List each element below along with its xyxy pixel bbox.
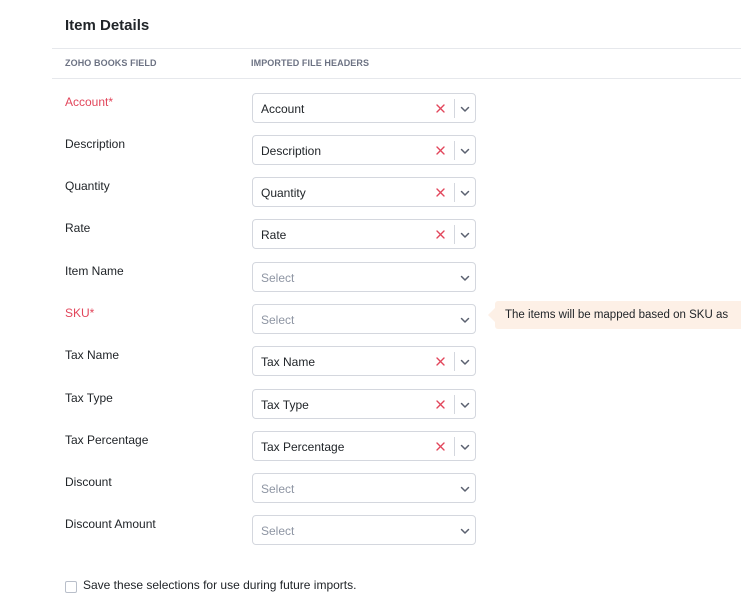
select-placeholder: Select	[261, 313, 295, 327]
selected-value: Tax Type	[261, 398, 309, 412]
mapping-row: Quantity Quantity	[0, 177, 741, 209]
field-label: Tax Percentage	[65, 433, 149, 447]
close-icon[interactable]	[433, 226, 447, 242]
close-icon[interactable]	[433, 353, 447, 369]
chevron-down-icon[interactable]	[458, 102, 472, 116]
select-divider	[454, 183, 455, 202]
header-select[interactable]: Select	[252, 262, 476, 292]
field-label: Discount Amount	[65, 517, 156, 531]
column-header-field: ZOHO BOOKS FIELD	[65, 58, 157, 68]
mapping-row: Discount Select	[0, 473, 741, 505]
select-divider	[454, 352, 455, 371]
field-label: SKU*	[65, 306, 95, 320]
column-header-row: ZOHO BOOKS FIELD IMPORTED FILE HEADERS	[52, 48, 741, 79]
selected-value: Quantity	[261, 186, 306, 200]
mapping-row: Account* Account	[0, 93, 741, 125]
select-divider	[454, 437, 455, 456]
header-select[interactable]: Description	[252, 135, 476, 165]
field-label: Item Name	[65, 264, 124, 278]
select-placeholder: Select	[261, 271, 295, 285]
field-label: Rate	[65, 221, 91, 235]
close-icon[interactable]	[433, 100, 447, 116]
close-icon[interactable]	[433, 438, 447, 454]
column-header-file: IMPORTED FILE HEADERS	[251, 58, 370, 68]
chevron-down-icon[interactable]	[458, 228, 472, 242]
header-select[interactable]: Select	[252, 473, 476, 503]
field-label: Tax Type	[65, 391, 113, 405]
select-divider	[454, 141, 455, 160]
select-placeholder: Select	[261, 482, 295, 496]
field-label: Tax Name	[65, 348, 120, 362]
chevron-down-icon[interactable]	[458, 313, 472, 327]
header-select[interactable]: Select	[252, 304, 476, 334]
selected-value: Description	[261, 144, 322, 158]
field-label: Discount	[65, 475, 112, 489]
close-icon[interactable]	[433, 142, 447, 158]
selected-value: Tax Name	[261, 355, 316, 369]
mapping-row: Tax Type Tax Type	[0, 389, 741, 421]
save-selections-checkbox[interactable]	[65, 581, 77, 593]
chevron-down-icon[interactable]	[458, 482, 472, 496]
field-label: Description	[65, 137, 126, 151]
header-select[interactable]: Quantity	[252, 177, 476, 207]
mapping-row: Discount Amount Select	[0, 515, 741, 547]
sku-tooltip: The items will be mapped based on SKU as	[495, 301, 741, 329]
header-select[interactable]: Rate	[252, 219, 476, 249]
select-divider	[454, 395, 455, 414]
chevron-down-icon[interactable]	[458, 271, 472, 285]
close-icon[interactable]	[433, 184, 447, 200]
header-select[interactable]: Select	[252, 515, 476, 545]
tooltip-arrow	[488, 308, 495, 322]
chevron-down-icon[interactable]	[458, 440, 472, 454]
header-select[interactable]: Tax Type	[252, 389, 476, 419]
mapping-row: Tax Percentage Tax Percentage	[0, 431, 741, 463]
chevron-down-icon[interactable]	[458, 355, 472, 369]
mapping-row: Rate Rate	[0, 219, 741, 251]
header-select[interactable]: Tax Percentage	[252, 431, 476, 461]
select-placeholder: Select	[261, 524, 295, 538]
selected-value: Rate	[261, 228, 287, 242]
mapping-row: Tax Name Tax Name	[0, 346, 741, 378]
header-select[interactable]: Account	[252, 93, 476, 123]
chevron-down-icon[interactable]	[458, 186, 472, 200]
chevron-down-icon[interactable]	[458, 524, 472, 538]
field-label: Quantity	[65, 179, 110, 193]
section-title: Item Details	[65, 17, 150, 34]
close-icon[interactable]	[433, 396, 447, 412]
mapping-row: Item Name Select	[0, 262, 741, 294]
select-divider	[454, 225, 455, 244]
selected-value: Tax Percentage	[261, 440, 345, 454]
save-selections-label: Save these selections for use during fut…	[83, 578, 357, 592]
select-divider	[454, 99, 455, 118]
selected-value: Account	[261, 102, 305, 116]
chevron-down-icon[interactable]	[458, 398, 472, 412]
mapping-row: Description Description	[0, 135, 741, 167]
field-label: Account*	[65, 95, 114, 109]
header-select[interactable]: Tax Name	[252, 346, 476, 376]
chevron-down-icon[interactable]	[458, 144, 472, 158]
